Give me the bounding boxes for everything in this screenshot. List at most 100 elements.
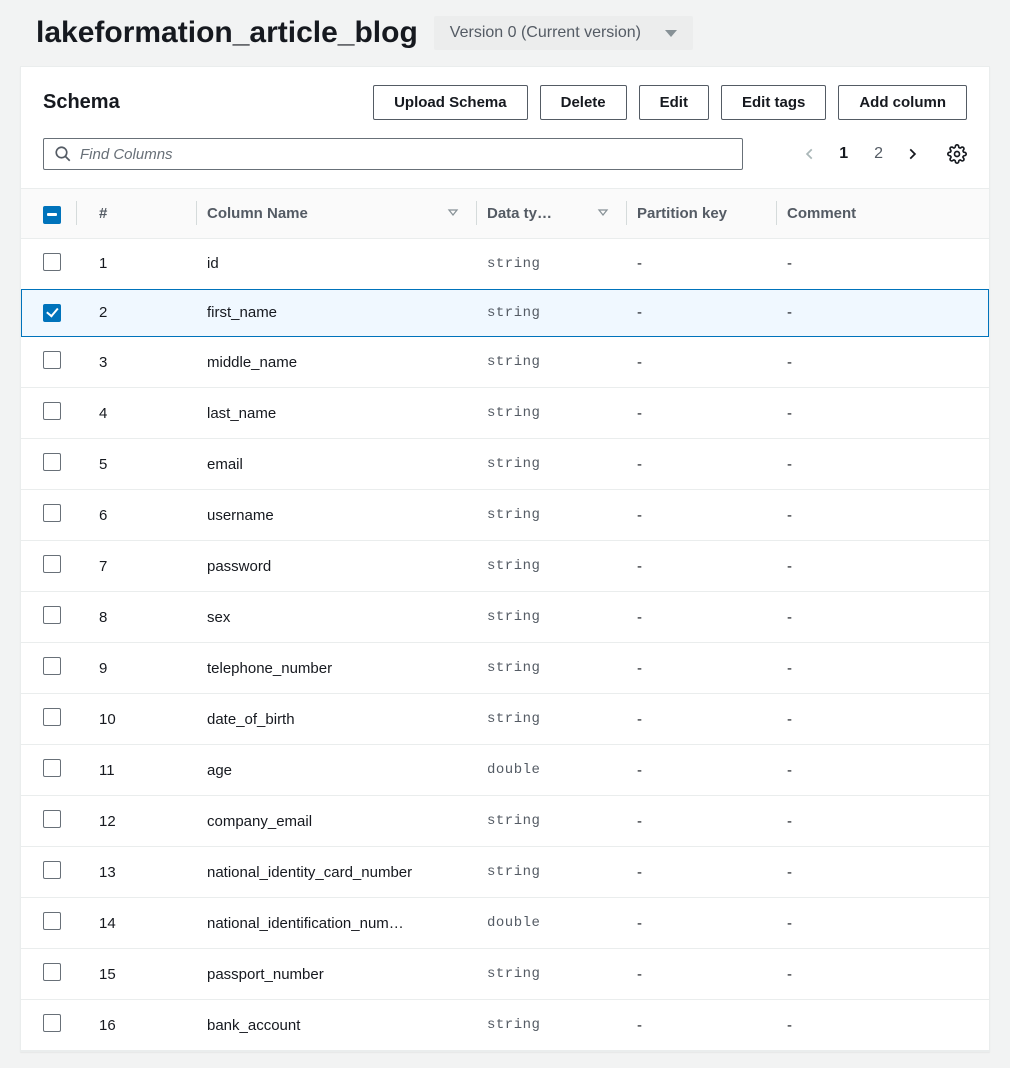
row-number: 8 <box>77 592 197 643</box>
schema-panel: Schema Upload Schema Delete Edit Edit ta… <box>20 66 990 1052</box>
row-column-name: last_name <box>197 388 477 439</box>
row-data-type: string <box>477 490 627 541</box>
row-data-type: string <box>477 1000 627 1051</box>
table-row[interactable]: 5emailstring-- <box>21 439 989 490</box>
row-partition-key: - <box>627 238 777 289</box>
table-row[interactable]: 2first_namestring-- <box>21 289 989 337</box>
sort-icon[interactable] <box>597 205 609 222</box>
search-field[interactable] <box>43 138 743 170</box>
row-number: 3 <box>77 337 197 388</box>
row-checkbox[interactable] <box>43 861 61 879</box>
row-comment: - <box>777 1000 989 1051</box>
edit-button[interactable]: Edit <box>639 85 709 120</box>
table-row[interactable]: 15passport_numberstring-- <box>21 949 989 1000</box>
row-checkbox[interactable] <box>43 810 61 828</box>
row-column-name: password <box>197 541 477 592</box>
row-column-name: first_name <box>197 289 477 337</box>
row-number: 11 <box>77 745 197 796</box>
row-number: 15 <box>77 949 197 1000</box>
row-checkbox[interactable] <box>43 606 61 624</box>
row-checkbox[interactable] <box>43 351 61 369</box>
row-checkbox[interactable] <box>43 253 61 271</box>
row-comment: - <box>777 289 989 337</box>
table-row[interactable]: 14national_identification_num…double-- <box>21 898 989 949</box>
row-partition-key: - <box>627 847 777 898</box>
row-comment: - <box>777 898 989 949</box>
search-input[interactable] <box>80 146 732 163</box>
row-number: 10 <box>77 694 197 745</box>
page-1[interactable]: 1 <box>835 143 852 165</box>
table-row[interactable]: 12company_emailstring-- <box>21 796 989 847</box>
add-column-button[interactable]: Add column <box>838 85 967 120</box>
row-checkbox[interactable] <box>43 555 61 573</box>
header-column-name[interactable]: Column Name <box>207 205 308 222</box>
row-number: 12 <box>77 796 197 847</box>
row-partition-key: - <box>627 949 777 1000</box>
row-checkbox[interactable] <box>43 304 61 322</box>
row-partition-key: - <box>627 643 777 694</box>
delete-button[interactable]: Delete <box>540 85 627 120</box>
row-checkbox[interactable] <box>43 402 61 420</box>
table-row[interactable]: 16bank_accountstring-- <box>21 1000 989 1051</box>
settings-button[interactable] <box>947 144 967 164</box>
row-checkbox[interactable] <box>43 963 61 981</box>
row-comment: - <box>777 238 989 289</box>
row-data-type: double <box>477 745 627 796</box>
row-column-name: telephone_number <box>197 643 477 694</box>
upload-schema-button[interactable]: Upload Schema <box>373 85 528 120</box>
row-checkbox[interactable] <box>43 708 61 726</box>
row-number: 4 <box>77 388 197 439</box>
chevron-right-icon <box>905 143 919 165</box>
page-title: lakeformation_article_blog <box>36 16 418 50</box>
prev-page-button[interactable] <box>803 143 817 165</box>
row-partition-key: - <box>627 439 777 490</box>
row-checkbox[interactable] <box>43 1014 61 1032</box>
table-row[interactable]: 7passwordstring-- <box>21 541 989 592</box>
row-checkbox[interactable] <box>43 504 61 522</box>
sort-icon[interactable] <box>447 205 459 222</box>
header-partition-key[interactable]: Partition key <box>637 205 727 222</box>
table-row[interactable]: 10date_of_birthstring-- <box>21 694 989 745</box>
table-row[interactable]: 6usernamestring-- <box>21 490 989 541</box>
select-all-checkbox[interactable] <box>43 206 61 224</box>
table-row[interactable]: 3middle_namestring-- <box>21 337 989 388</box>
row-column-name: email <box>197 439 477 490</box>
row-partition-key: - <box>627 337 777 388</box>
row-checkbox[interactable] <box>43 453 61 471</box>
header-data-type[interactable]: Data ty… <box>487 205 552 222</box>
row-data-type: string <box>477 388 627 439</box>
header-number[interactable]: # <box>99 205 107 222</box>
row-checkbox[interactable] <box>43 912 61 930</box>
next-page-button[interactable] <box>905 143 919 165</box>
panel-title: Schema <box>43 91 120 114</box>
row-column-name: national_identification_num… <box>197 898 477 949</box>
row-data-type: string <box>477 643 627 694</box>
row-data-type: string <box>477 238 627 289</box>
edit-tags-button[interactable]: Edit tags <box>721 85 826 120</box>
row-checkbox[interactable] <box>43 657 61 675</box>
row-data-type: string <box>477 694 627 745</box>
row-partition-key: - <box>627 388 777 439</box>
row-partition-key: - <box>627 289 777 337</box>
row-partition-key: - <box>627 745 777 796</box>
row-partition-key: - <box>627 1000 777 1051</box>
row-partition-key: - <box>627 694 777 745</box>
table-row[interactable]: 11agedouble-- <box>21 745 989 796</box>
page-2[interactable]: 2 <box>870 143 887 165</box>
search-icon <box>54 145 72 163</box>
table-row[interactable]: 9telephone_numberstring-- <box>21 643 989 694</box>
row-checkbox[interactable] <box>43 759 61 777</box>
row-comment: - <box>777 541 989 592</box>
table-row[interactable]: 1idstring-- <box>21 238 989 289</box>
table-row[interactable]: 8sexstring-- <box>21 592 989 643</box>
table-row[interactable]: 13national_identity_card_numberstring-- <box>21 847 989 898</box>
row-data-type: string <box>477 847 627 898</box>
chevron-left-icon <box>803 143 817 165</box>
header-comment[interactable]: Comment <box>787 205 856 222</box>
row-data-type: string <box>477 949 627 1000</box>
row-comment: - <box>777 643 989 694</box>
row-column-name: middle_name <box>197 337 477 388</box>
row-number: 9 <box>77 643 197 694</box>
version-select[interactable]: Version 0 (Current version) <box>434 16 693 50</box>
table-row[interactable]: 4last_namestring-- <box>21 388 989 439</box>
